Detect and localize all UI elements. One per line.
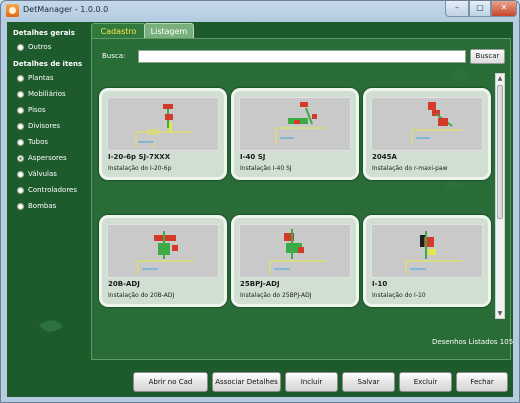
leaf-decoration-icon: [448, 65, 472, 85]
tab-cadastro[interactable]: Cadastro: [91, 23, 146, 38]
drawing-thumbnail: [107, 97, 219, 151]
card-title: I-10: [372, 280, 388, 288]
card-description: Instalação do 20B-ADJ: [108, 292, 175, 299]
radio-circle[interactable]: [17, 74, 24, 82]
delete-button[interactable]: Excluir: [399, 372, 452, 392]
radio-circle[interactable]: [17, 90, 24, 98]
drawing-card[interactable]: 20B-ADJ Instalação do 20B-ADJ: [99, 215, 227, 307]
group-title-items: Detalhes de itens: [13, 60, 83, 68]
search-label: Busca:: [102, 52, 126, 60]
drawing-thumbnail: [239, 97, 351, 151]
cards-scrollbar[interactable]: ▲ ▼: [495, 73, 505, 319]
add-button[interactable]: Incluir: [285, 372, 338, 392]
radio-label: Tubos: [28, 138, 49, 146]
card-title: I-20-6p SJ-7XXX: [108, 153, 171, 161]
radio-circle[interactable]: [17, 202, 24, 210]
group-title-general: Detalhes gerais: [13, 29, 75, 37]
radio-label: Controladores: [28, 186, 77, 194]
radio-label: Mobiliários: [28, 90, 66, 98]
radio-label: Divisores: [28, 122, 61, 130]
radio-circle-checked[interactable]: [17, 154, 24, 162]
card-description: Instalação do r-maxi-paw: [372, 165, 448, 172]
card-title: 2045A: [372, 153, 397, 161]
card-description: Instalação do 25BPJ-ADJ: [240, 292, 312, 299]
radio-outros[interactable]: Outros: [17, 41, 51, 53]
save-button[interactable]: Salvar: [342, 372, 395, 392]
close-button[interactable]: Fechar: [456, 372, 508, 392]
radio-mobiliarios[interactable]: Mobiliários: [17, 88, 66, 100]
drawing-card[interactable]: 2045A Instalação do r-maxi-paw: [363, 88, 491, 180]
drawing-card[interactable]: 25BPJ-ADJ Instalação do 25BPJ-ADJ: [231, 215, 359, 307]
client-area: Detalhes gerais Outros Detalhes de itens…: [7, 22, 513, 397]
radio-label: Plantas: [28, 74, 54, 82]
drawing-thumbnail: [371, 97, 483, 151]
maximize-button[interactable]: □: [469, 1, 491, 17]
card-title: 20B-ADJ: [108, 280, 140, 288]
main-window: DetManager - 1.0.0.0 – □ ✕ Detalhes gera…: [0, 0, 520, 403]
search-input[interactable]: [138, 50, 466, 63]
scroll-down-arrow-icon[interactable]: ▼: [496, 309, 504, 318]
radio-circle[interactable]: [17, 43, 24, 51]
associate-details-button[interactable]: Associar Detalhes: [212, 372, 281, 392]
radio-label: Bombas: [28, 202, 57, 210]
open-cad-button[interactable]: Abrir no Cad: [133, 372, 208, 392]
drawing-card[interactable]: I-40 SJ Instalação I-40 SJ: [231, 88, 359, 180]
radio-divisores[interactable]: Divisores: [17, 120, 60, 132]
radio-label: Válvulas: [28, 170, 57, 178]
listing-panel: Busca: Buscar I-20-6p SJ-7XXX Instalação…: [91, 38, 514, 360]
sidebar: Detalhes gerais Outros Detalhes de itens…: [7, 22, 89, 397]
card-title: I-40 SJ: [240, 153, 266, 161]
title-bar[interactable]: DetManager - 1.0.0.0 – □ ✕: [1, 1, 519, 20]
radio-circle[interactable]: [17, 186, 24, 194]
listed-count: Desenhos Listados 105: [432, 338, 514, 346]
radio-controladores[interactable]: Controladores: [17, 184, 77, 196]
scroll-up-arrow-icon[interactable]: ▲: [496, 74, 504, 83]
card-description: Instalação I-40 SJ: [240, 165, 292, 172]
radio-bombas[interactable]: Bombas: [17, 200, 56, 212]
radio-circle[interactable]: [17, 106, 24, 114]
radio-label: Outros: [28, 43, 52, 51]
drawing-card[interactable]: I-10 Instalação do I-10: [363, 215, 491, 307]
card-description: Instalação do I-10: [372, 292, 426, 299]
card-title: 25BPJ-ADJ: [240, 280, 280, 288]
scroll-thumb[interactable]: [497, 85, 503, 219]
radio-aspersores[interactable]: Aspersores: [17, 152, 67, 164]
card-description: Instalação do I-20-6p: [108, 165, 172, 172]
drawing-card[interactable]: I-20-6p SJ-7XXX Instalação do I-20-6p: [99, 88, 227, 180]
radio-tubos[interactable]: Tubos: [17, 136, 48, 148]
radio-label: Aspersores: [28, 154, 67, 162]
app-icon: [6, 4, 19, 17]
tab-listagem[interactable]: Listagem: [144, 23, 194, 38]
leaf-decoration-icon: [39, 316, 63, 336]
minimize-button[interactable]: –: [445, 1, 469, 17]
drawing-thumbnail: [239, 224, 351, 278]
close-window-button[interactable]: ✕: [491, 1, 517, 17]
radio-circle[interactable]: [17, 170, 24, 178]
drawing-thumbnail: [107, 224, 219, 278]
radio-circle[interactable]: [17, 138, 24, 146]
radio-valvulas[interactable]: Válvulas: [17, 168, 57, 180]
radio-circle[interactable]: [17, 122, 24, 130]
search-button[interactable]: Buscar: [470, 49, 505, 64]
radio-plantas[interactable]: Plantas: [17, 72, 54, 84]
radio-label: Pisos: [28, 106, 46, 114]
radio-pisos[interactable]: Pisos: [17, 104, 46, 116]
drawing-thumbnail: [371, 224, 483, 278]
window-title: DetManager - 1.0.0.0: [23, 5, 109, 14]
